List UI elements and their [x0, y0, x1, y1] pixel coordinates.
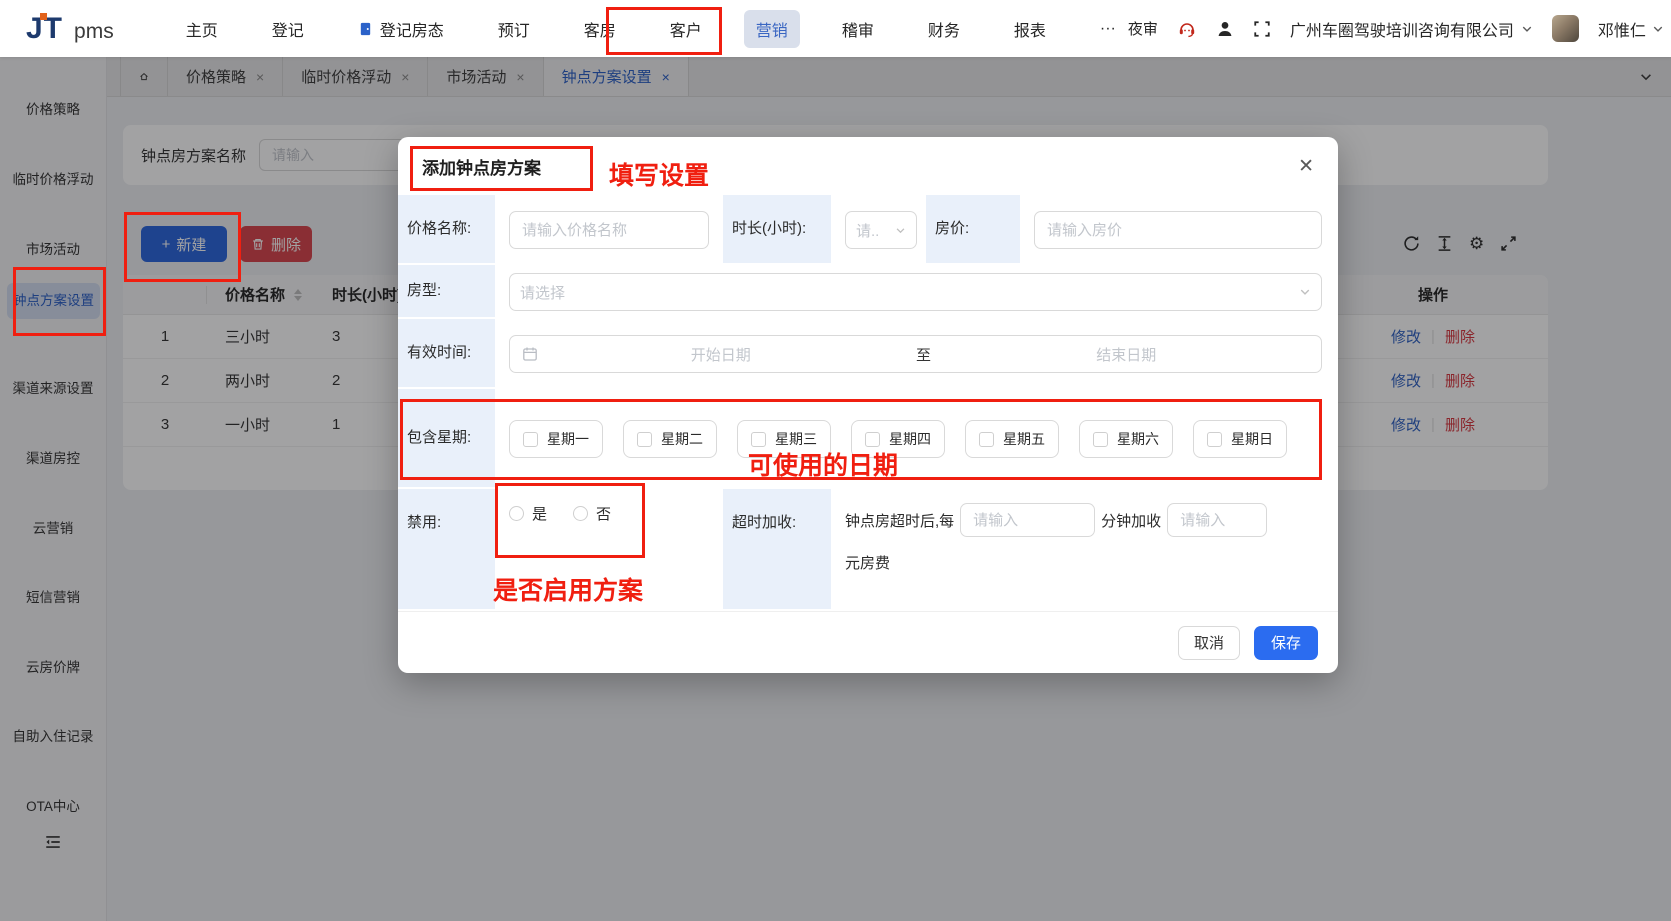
- nav-item-room-status-label: 登记房态: [379, 22, 444, 40]
- save-button[interactable]: 保存: [1254, 625, 1318, 660]
- chevron-down-icon: [1522, 26, 1532, 32]
- weekday-checkbox-thu[interactable]: 星期四: [851, 420, 945, 458]
- fullscreen-icon[interactable]: [1253, 20, 1271, 38]
- chevron-down-icon: [1300, 289, 1310, 295]
- weekday-checkbox-fri[interactable]: 星期五: [965, 420, 1059, 458]
- radio-no[interactable]: 否: [573, 503, 611, 524]
- room-price-input[interactable]: [1034, 211, 1322, 249]
- overtime-fee-input[interactable]: [1167, 503, 1268, 537]
- weekday-options: 星期一 星期二 星期三 星期四 星期五 星期六 星期日: [509, 420, 1287, 458]
- nav-item-audit[interactable]: 稽审: [830, 10, 886, 48]
- price-name-input[interactable]: [509, 211, 709, 249]
- duration-select[interactable]: 请..: [845, 211, 917, 249]
- chevron-down-icon: [1653, 26, 1663, 32]
- checkbox-icon: [751, 431, 766, 447]
- form-row-room-type: 房型: 请选择: [398, 265, 1338, 319]
- overtime-label: 超时加收:: [723, 489, 831, 611]
- modal-title: 添加钟点房方案: [422, 158, 541, 178]
- nav-item-finance[interactable]: 财务: [916, 10, 972, 48]
- modal-close-icon[interactable]: ✕: [1298, 155, 1314, 178]
- checkbox-icon: [1093, 431, 1108, 447]
- company-dropdown[interactable]: 广州车圈驾驶培训咨询有限公司: [1290, 17, 1533, 41]
- main-nav: 主页 登记 登记房态 预订 客房 客户 营销 稽审 财务 报表 ···: [174, 9, 1128, 48]
- range-separator: 至: [915, 346, 931, 364]
- logo: JT pms: [26, 12, 114, 46]
- form-row-disable-overtime: 禁用: 是 否 超时加收: 钟点房超时后,每 分钟加收 元房费: [398, 489, 1338, 611]
- overtime-minutes-input[interactable]: [960, 503, 1096, 537]
- radio-icon: [573, 506, 589, 521]
- form-row-weekdays: 包含星期: 星期一 星期二 星期三 星期四 星期五 星期六 星期日: [398, 389, 1338, 489]
- weekday-checkbox-sun[interactable]: 星期日: [1193, 420, 1287, 458]
- navbar-right: 夜审 广州车圈驾驶培训咨询有限公司 邓惟仁: [1128, 15, 1664, 42]
- checkbox-icon: [1207, 431, 1222, 447]
- valid-time-label: 有效时间:: [398, 319, 495, 389]
- nav-item-checkin[interactable]: 登记: [260, 10, 316, 48]
- add-hourly-plan-modal: 添加钟点房方案 ✕ 价格名称: 时长(小时): 请.. 房价: 房型:: [398, 137, 1338, 673]
- checkbox-icon: [865, 431, 880, 447]
- user-name: 邓惟仁: [1597, 22, 1646, 40]
- nav-item-home[interactable]: 主页: [174, 10, 230, 48]
- company-name: 广州车圈驾驶培训咨询有限公司: [1289, 22, 1514, 40]
- disabled-label: 禁用:: [398, 489, 495, 611]
- checkbox-icon: [637, 431, 652, 447]
- room-type-select-placeholder: 请选择: [520, 284, 566, 302]
- calendar-icon: [523, 347, 537, 361]
- nav-item-booking[interactable]: 预订: [486, 10, 542, 48]
- nav-more[interactable]: ···: [1088, 13, 1128, 45]
- modal-footer: 取消 保存: [398, 611, 1338, 673]
- duration-select-placeholder: 请..: [856, 222, 880, 240]
- date-range-picker[interactable]: 开始日期 至 结束日期: [509, 335, 1322, 373]
- overtime-text-before: 钟点房超时后,每: [845, 512, 955, 530]
- user-icon[interactable]: [1216, 20, 1234, 38]
- customer-service-icon[interactable]: [1177, 19, 1197, 39]
- chevron-down-icon: [896, 227, 905, 233]
- weekday-checkbox-tue[interactable]: 星期二: [623, 420, 717, 458]
- end-date-placeholder: 结束日期: [1096, 346, 1157, 364]
- overtime-text-after: 元房费: [845, 555, 891, 572]
- room-status-icon: [358, 21, 373, 37]
- checkbox-icon: [523, 431, 538, 447]
- user-dropdown[interactable]: 邓惟仁: [1598, 17, 1664, 41]
- weekday-checkbox-wed[interactable]: 星期三: [737, 420, 831, 458]
- modal-header: 添加钟点房方案 ✕: [398, 137, 1338, 195]
- checkbox-icon: [979, 431, 994, 447]
- price-name-label: 价格名称:: [398, 195, 495, 265]
- room-type-select[interactable]: 请选择: [509, 273, 1322, 311]
- weekday-checkbox-mon[interactable]: 星期一: [509, 420, 603, 458]
- night-audit-button[interactable]: 夜审: [1128, 18, 1158, 39]
- logo-mark: JT: [26, 11, 64, 45]
- nav-item-reports[interactable]: 报表: [1002, 10, 1058, 48]
- disabled-radio-group: 是 否: [509, 503, 611, 524]
- duration-label: 时长(小时):: [723, 195, 831, 265]
- room-price-label: 房价:: [926, 195, 1020, 265]
- radio-icon: [509, 506, 524, 521]
- room-type-label: 房型:: [398, 265, 495, 319]
- radio-yes[interactable]: 是: [509, 503, 547, 524]
- form-row-valid-time: 有效时间: 开始日期 至 结束日期: [398, 319, 1338, 389]
- nav-item-marketing[interactable]: 营销: [743, 9, 800, 48]
- weekday-checkbox-sat[interactable]: 星期六: [1079, 420, 1173, 458]
- top-navbar: JT pms 主页 登记 登记房态 预订 客房 客户 营销 稽审 财务 报表 ·…: [0, 0, 1671, 57]
- overtime-text-middle: 分钟加收: [1101, 512, 1162, 530]
- user-avatar[interactable]: [1551, 15, 1579, 42]
- form-row-price: 价格名称: 时长(小时): 请.. 房价:: [398, 195, 1338, 265]
- weekdays-label: 包含星期:: [398, 389, 495, 489]
- cancel-button[interactable]: 取消: [1178, 625, 1240, 660]
- app-window: JT pms 主页 登记 登记房态 预订 客房 客户 营销 稽审 财务 报表 ·…: [0, 0, 1671, 921]
- logo-product: pms: [74, 19, 114, 43]
- nav-item-room-status[interactable]: 登记房态: [346, 10, 456, 48]
- start-date-placeholder: 开始日期: [690, 346, 751, 364]
- nav-item-rooms[interactable]: 客房: [572, 10, 628, 48]
- nav-item-customers[interactable]: 客户: [658, 10, 714, 48]
